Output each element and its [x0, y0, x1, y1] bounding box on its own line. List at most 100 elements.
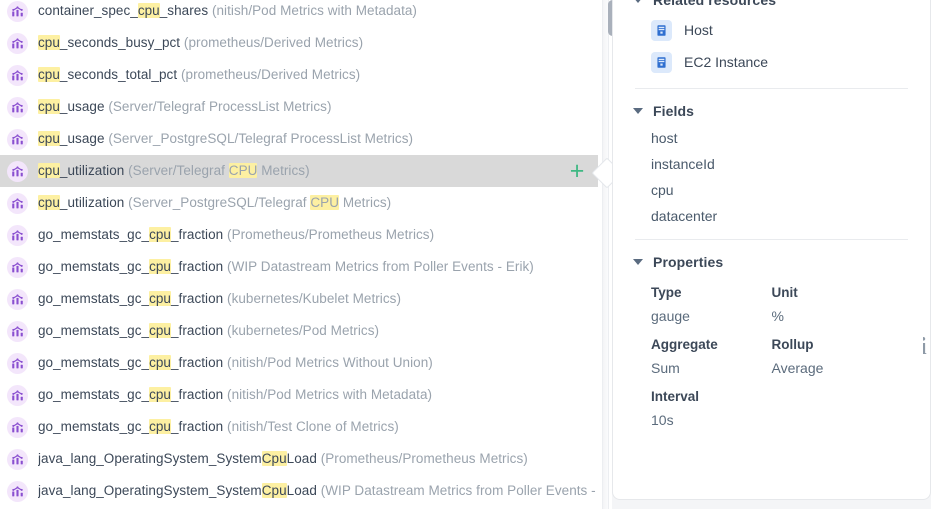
- property-cell: [772, 389, 893, 428]
- metric-name: cpu_seconds_total_pct: [38, 67, 178, 82]
- properties-header[interactable]: Properties: [633, 248, 910, 276]
- search-match-highlight: CPU: [310, 195, 340, 210]
- metric-source: (prometheus/Derived Metrics): [183, 35, 364, 50]
- chevron-down-icon[interactable]: [633, 0, 643, 3]
- field-item[interactable]: instanceId: [633, 151, 910, 177]
- metric-source: (Prometheus/Prometheus Metrics): [320, 451, 528, 466]
- metric-source: (Prometheus/Prometheus Metrics): [227, 227, 435, 242]
- chevron-down-icon[interactable]: [633, 108, 643, 114]
- metric-result-label: go_memstats_gc_cpu_fraction (kubernetes/…: [38, 322, 379, 340]
- pane-divider: [591, 0, 623, 509]
- metric-result-row[interactable]: go_memstats_gc_cpu_fraction (nitish/Test…: [0, 411, 598, 443]
- metric-result-label: cpu_seconds_busy_pct (prometheus/Derived…: [38, 34, 363, 52]
- metric-chart-icon: [7, 416, 28, 438]
- search-match-highlight: cpu: [38, 99, 60, 114]
- metric-result-row[interactable]: cpu_usage (Server/Telegraf ProcessList M…: [0, 91, 598, 123]
- metric-result-row[interactable]: go_memstats_gc_cpu_fraction (Prometheus/…: [0, 219, 598, 251]
- metric-result-row[interactable]: cpu_seconds_busy_pct (prometheus/Derived…: [0, 27, 598, 59]
- metric-results-list[interactable]: container_spec_cpu_shares (nitish/Pod Me…: [0, 0, 598, 507]
- metric-result-row[interactable]: container_spec_cpu_shares (nitish/Pod Me…: [0, 0, 598, 27]
- metric-name: java_lang_OperatingSystem_SystemCpuLoad: [38, 451, 317, 466]
- metric-source: (nitish/Pod Metrics Without Union): [227, 355, 433, 370]
- search-match-highlight: cpu: [38, 67, 60, 82]
- field-item[interactable]: host: [633, 125, 910, 151]
- metric-result-row[interactable]: java_lang_OperatingSystem_SystemCpuLoad …: [0, 475, 598, 507]
- metric-source: (Server/Telegraf ProcessList Metrics): [108, 99, 332, 114]
- metric-chart-icon: [7, 288, 28, 310]
- metric-result-row[interactable]: go_memstats_gc_cpu_fraction (kubernetes/…: [0, 283, 598, 315]
- metric-result-label: go_memstats_gc_cpu_fraction (nitish/Test…: [38, 418, 399, 436]
- property-label: Type: [651, 285, 682, 300]
- metric-details-pane: Related resources Host EC2 Instance Field…: [612, 0, 931, 509]
- search-match-highlight: cpu: [38, 195, 60, 210]
- metric-result-row[interactable]: cpu_seconds_total_pct (prometheus/Derive…: [0, 59, 598, 91]
- metric-source: (prometheus/Derived Metrics): [180, 67, 361, 82]
- metric-chart-icon: [7, 0, 28, 22]
- metric-name: cpu_seconds_busy_pct: [38, 35, 181, 50]
- metric-result-row[interactable]: cpu_usage (Server_PostgreSQL/Telegraf Pr…: [0, 123, 598, 155]
- metric-source: (nitish/Test Clone of Metrics): [227, 419, 399, 434]
- related-resources-header[interactable]: Related resources: [633, 0, 910, 14]
- server-icon: [651, 51, 672, 73]
- property-value: gauge: [651, 308, 690, 324]
- metric-chart-icon: [7, 352, 28, 374]
- metric-name: go_memstats_gc_cpu_fraction: [38, 355, 224, 370]
- metric-result-label: container_spec_cpu_shares (nitish/Pod Me…: [38, 2, 417, 20]
- search-match-highlight: cpu: [137, 3, 160, 18]
- metric-result-row[interactable]: cpu_utilization (Server_PostgreSQL/Teleg…: [0, 187, 598, 219]
- field-item[interactable]: datacenter: [633, 203, 910, 229]
- metric-source: (kubernetes/Pod Metrics): [227, 323, 380, 338]
- divider-fields-properties: [635, 239, 908, 240]
- metric-picker-screen: container_spec_cpu_shares (nitish/Pod Me…: [0, 0, 931, 509]
- metric-chart-icon: [7, 480, 28, 502]
- metric-name: go_memstats_gc_cpu_fraction: [38, 227, 224, 242]
- metric-source: (nitish/Pod Metrics with Metadata): [211, 3, 417, 18]
- info-icon[interactable]: i: [923, 336, 931, 362]
- related-resource-label: EC2 Instance: [684, 54, 769, 70]
- metric-result-row[interactable]: go_memstats_gc_cpu_fraction (nitish/Pod …: [0, 347, 598, 379]
- metric-name: go_memstats_gc_cpu_fraction: [38, 323, 224, 338]
- property-label: Interval: [651, 389, 700, 404]
- metric-source: (Server_PostgreSQL/Telegraf CPU Metrics): [128, 195, 392, 210]
- metric-result-row[interactable]: go_memstats_gc_cpu_fraction (WIP Datastr…: [0, 251, 598, 283]
- divider-related-fields: [635, 88, 908, 89]
- property-label: Rollup: [771, 337, 814, 352]
- property-cell: Rollup Average: [772, 337, 893, 376]
- metric-result-label: cpu_utilization (Server_PostgreSQL/Teleg…: [38, 194, 391, 212]
- metric-result-label: cpu_usage (Server/Telegraf ProcessList M…: [38, 98, 331, 116]
- metric-result-row[interactable]: cpu_utilization (Server/Telegraf CPU Met…: [0, 155, 598, 187]
- property-value: Sum: [651, 360, 680, 376]
- metric-results-pane: container_spec_cpu_shares (nitish/Pod Me…: [0, 0, 598, 509]
- metric-result-row[interactable]: go_memstats_gc_cpu_fraction (kubernetes/…: [0, 315, 598, 347]
- related-resource-item[interactable]: Host: [633, 14, 910, 46]
- fields-title: Fields: [653, 103, 695, 119]
- metric-chart-icon: [7, 448, 28, 470]
- metric-source: (WIP Datastream Metrics from Poller Even…: [320, 483, 598, 498]
- property-pair-row: Interval 10s: [651, 389, 892, 428]
- metric-chart-icon: [7, 96, 28, 118]
- metric-result-row[interactable]: java_lang_OperatingSystem_SystemCpuLoad …: [0, 443, 598, 475]
- related-resource-label: Host: [684, 22, 713, 38]
- search-match-highlight: cpu: [38, 163, 60, 178]
- metric-name: cpu_utilization: [38, 195, 125, 210]
- chevron-down-icon[interactable]: [633, 259, 643, 265]
- search-match-highlight: cpu: [149, 291, 171, 306]
- related-resources-list: Host EC2 Instance: [633, 14, 910, 78]
- metric-result-label: go_memstats_gc_cpu_fraction (WIP Datastr…: [38, 258, 534, 276]
- fields-section: Fields host instanceId cpu datacenter: [613, 97, 930, 229]
- search-match-highlight: cpu: [149, 259, 171, 274]
- field-item[interactable]: cpu: [633, 177, 910, 203]
- metric-result-label: go_memstats_gc_cpu_fraction (Prometheus/…: [38, 226, 434, 244]
- results-scrollbar-track[interactable]: [602, 0, 617, 509]
- search-match-highlight: cpu: [149, 355, 171, 370]
- property-cell: Unit%: [772, 285, 893, 324]
- fields-header[interactable]: Fields: [633, 97, 910, 125]
- metric-result-row[interactable]: go_memstats_gc_cpu_fraction (nitish/Pod …: [0, 379, 598, 411]
- metric-chart-icon: [7, 128, 28, 150]
- related-resource-item[interactable]: EC2 Instance: [633, 46, 910, 78]
- metric-source: (WIP Datastream Metrics from Poller Even…: [227, 259, 534, 274]
- property-cell: Type gauge: [651, 285, 772, 324]
- metric-name: container_spec_cpu_shares: [38, 3, 209, 18]
- related-resources-title: Related resources: [653, 0, 777, 8]
- add-metric-button[interactable]: +: [564, 158, 590, 184]
